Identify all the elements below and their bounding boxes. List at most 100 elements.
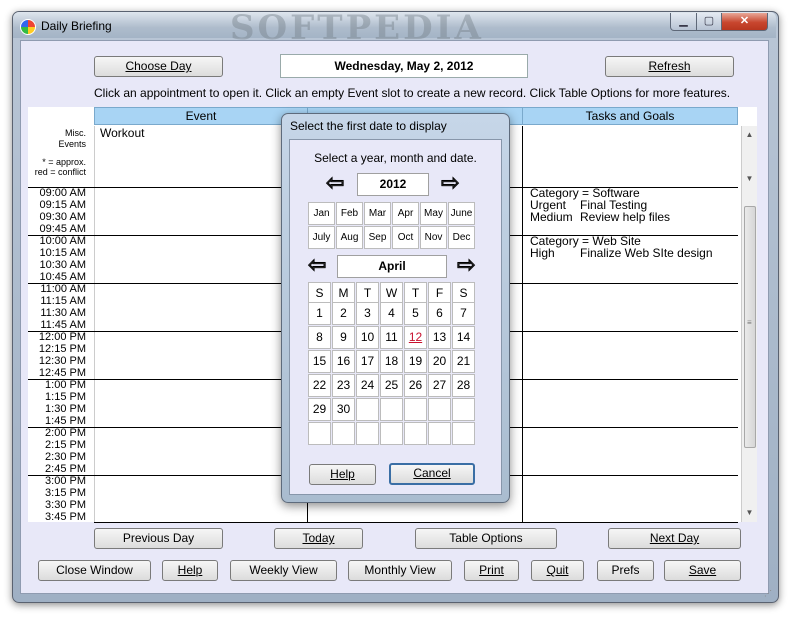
time-slot-label[interactable]: 2:15 PM <box>28 439 86 451</box>
time-slot-label[interactable]: 3:15 PM <box>28 487 86 499</box>
time-slot-label[interactable]: 1:30 PM <box>28 403 86 415</box>
time-slot-label[interactable]: 2:45 PM <box>28 463 86 475</box>
day-cell[interactable]: 8 <box>308 326 331 349</box>
help-button[interactable]: Help <box>162 560 218 581</box>
day-cell[interactable]: 23 <box>332 374 355 397</box>
day-cell[interactable]: 4 <box>380 302 403 325</box>
save-button[interactable]: Save <box>664 560 741 581</box>
choose-day-button[interactable]: Choose Day <box>94 56 223 77</box>
time-slot-label[interactable]: 11:15 AM <box>28 295 86 307</box>
day-cell[interactable]: 2 <box>332 302 355 325</box>
time-slot-label[interactable]: 10:30 AM <box>28 259 86 271</box>
vertical-scrollbar[interactable]: ▲ ▼ ≡ ▼ <box>741 126 757 522</box>
month-button[interactable]: Mar <box>364 202 391 225</box>
month-button[interactable]: June <box>448 202 475 225</box>
month-button[interactable]: July <box>308 226 335 249</box>
month-button[interactable]: Feb <box>336 202 363 225</box>
monthly-view-button[interactable]: Monthly View <box>348 560 452 581</box>
day-cell[interactable]: 5 <box>404 302 427 325</box>
day-cell[interactable]: 15 <box>308 350 331 373</box>
day-cell[interactable]: 13 <box>428 326 451 349</box>
resize-grip-icon[interactable]: ⋰ <box>764 589 772 598</box>
day-cell[interactable]: 11 <box>380 326 403 349</box>
task-priority[interactable]: High <box>530 247 555 259</box>
time-slot-label[interactable]: 12:15 PM <box>28 343 86 355</box>
prefs-button[interactable]: Prefs <box>597 560 654 581</box>
scroll-down-icon[interactable]: ▼ <box>742 508 757 517</box>
time-slot-label[interactable]: 09:15 AM <box>28 199 86 211</box>
task-priority[interactable]: Medium <box>530 211 573 223</box>
quit-button[interactable]: Quit <box>531 560 584 581</box>
time-slot-label[interactable]: 2:30 PM <box>28 451 86 463</box>
minimize-button[interactable]: ▁ <box>670 13 697 31</box>
month-button[interactable]: Oct <box>392 226 419 249</box>
next-month-arrow-icon[interactable]: ⇨ <box>456 254 475 277</box>
time-slot-label[interactable]: 11:30 AM <box>28 307 86 319</box>
task-text[interactable]: Finalize Web SIte design <box>580 247 713 259</box>
time-slot-label[interactable]: 11:45 AM <box>28 319 86 331</box>
month-button[interactable]: Sep <box>364 226 391 249</box>
time-slot-label[interactable]: 09:00 AM <box>28 187 86 199</box>
time-slot-label[interactable]: 09:45 AM <box>28 223 86 235</box>
month-button[interactable]: Jan <box>308 202 335 225</box>
day-cell[interactable]: 9 <box>332 326 355 349</box>
dialog-cancel-button[interactable]: Cancel <box>389 463 475 485</box>
time-slot-label[interactable]: 2:00 PM <box>28 427 86 439</box>
day-cell[interactable]: 25 <box>380 374 403 397</box>
prev-month-arrow-icon[interactable]: ⇦ <box>307 254 326 277</box>
day-cell[interactable]: 1 <box>308 302 331 325</box>
month-button[interactable]: Aug <box>336 226 363 249</box>
day-cell[interactable]: 6 <box>428 302 451 325</box>
dialog-help-button[interactable]: Help <box>309 464 376 485</box>
next-day-button[interactable]: Next Day <box>608 528 741 549</box>
previous-day-button[interactable]: Previous Day <box>94 528 223 549</box>
day-cell[interactable]: 30 <box>332 398 355 421</box>
day-cell[interactable]: 24 <box>356 374 379 397</box>
close-window-button[interactable]: Close Window <box>38 560 151 581</box>
table-options-button[interactable]: Table Options <box>415 528 557 549</box>
day-cell[interactable]: 21 <box>452 350 475 373</box>
day-cell[interactable]: 3 <box>356 302 379 325</box>
time-slot-label[interactable]: 11:00 AM <box>28 283 86 295</box>
time-slot-label[interactable]: 3:30 PM <box>28 499 86 511</box>
time-slot-label[interactable]: 10:45 AM <box>28 271 86 283</box>
scroll-thumb[interactable]: ≡ <box>744 206 756 448</box>
day-cell[interactable]: 10 <box>356 326 379 349</box>
day-cell[interactable]: 18 <box>380 350 403 373</box>
refresh-button[interactable]: Refresh <box>605 56 734 77</box>
day-cell[interactable]: 20 <box>428 350 451 373</box>
weekly-view-button[interactable]: Weekly View <box>230 560 337 581</box>
task-text[interactable]: Review help files <box>580 211 670 223</box>
day-cell[interactable]: 12 <box>404 326 427 349</box>
day-cell[interactable]: 26 <box>404 374 427 397</box>
day-cell[interactable]: 16 <box>332 350 355 373</box>
prev-year-arrow-icon[interactable]: ⇦ <box>325 172 344 195</box>
time-slot-label[interactable]: 3:00 PM <box>28 475 86 487</box>
month-button[interactable]: Dec <box>448 226 475 249</box>
day-cell[interactable]: 17 <box>356 350 379 373</box>
scroll-down-small-icon[interactable]: ▼ <box>742 174 757 183</box>
next-year-arrow-icon[interactable]: ⇨ <box>440 172 459 195</box>
tasks-column-header[interactable]: Tasks and Goals <box>522 107 738 125</box>
scroll-up-icon[interactable]: ▲ <box>742 130 757 139</box>
maximize-button[interactable]: ▢ <box>696 13 722 31</box>
today-button[interactable]: Today <box>274 528 363 549</box>
time-slot-label[interactable]: 10:00 AM <box>28 235 86 247</box>
misc-event-entry[interactable]: Workout <box>100 126 144 140</box>
time-slot-label[interactable]: 10:15 AM <box>28 247 86 259</box>
close-button[interactable]: ✕ <box>721 13 768 31</box>
time-slot-label[interactable]: 3:45 PM <box>28 511 86 523</box>
time-slot-label[interactable]: 09:30 AM <box>28 211 86 223</box>
time-slot-label[interactable]: 12:00 PM <box>28 331 86 343</box>
print-button[interactable]: Print <box>464 560 519 581</box>
day-cell[interactable]: 19 <box>404 350 427 373</box>
day-cell[interactable]: 7 <box>452 302 475 325</box>
time-slot-label[interactable]: 12:45 PM <box>28 367 86 379</box>
day-cell[interactable]: 27 <box>428 374 451 397</box>
month-button[interactable]: Nov <box>420 226 447 249</box>
time-slot-label[interactable]: 1:45 PM <box>28 415 86 427</box>
day-cell[interactable]: 14 <box>452 326 475 349</box>
day-cell[interactable]: 28 <box>452 374 475 397</box>
day-cell[interactable]: 29 <box>308 398 331 421</box>
month-button[interactable]: Apr <box>392 202 419 225</box>
